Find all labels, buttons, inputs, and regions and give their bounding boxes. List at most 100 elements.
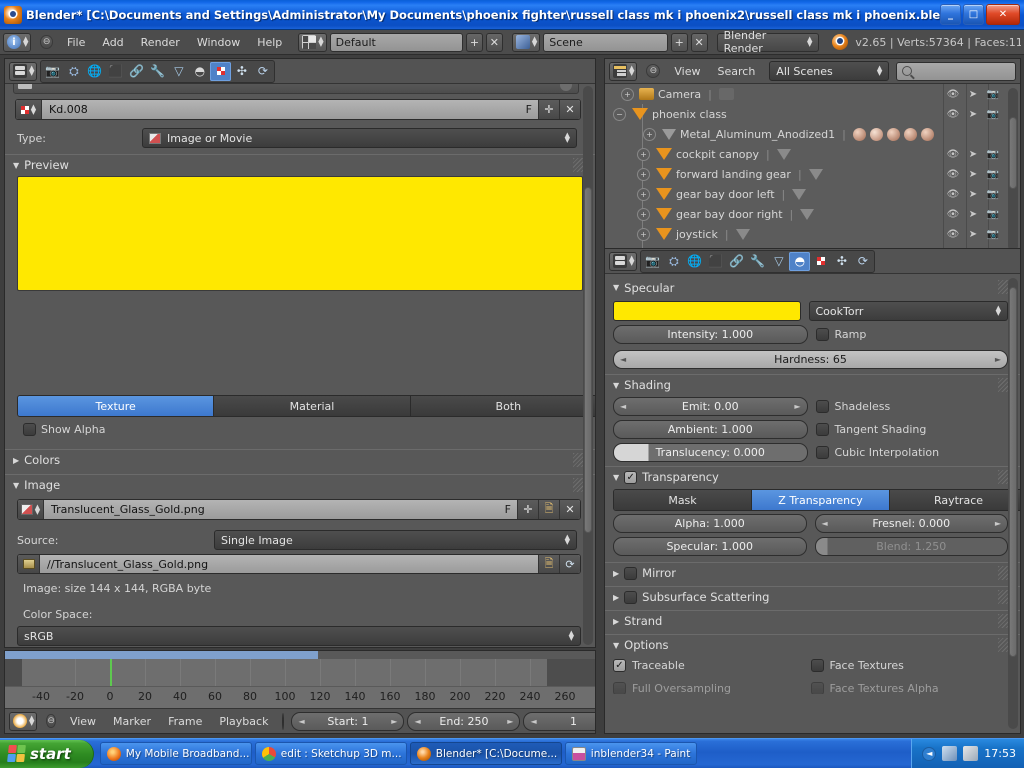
chevron-left-icon-emit[interactable]: ◄ [620, 402, 626, 411]
tab-modifiers-right[interactable]: 🔧 [747, 252, 768, 271]
outliner-row-gear-bay-door-right[interactable]: + gear bay door right | 👁 ➤ 📷 [605, 204, 1020, 224]
start-button[interactable]: start [0, 740, 94, 768]
transparency-mode-mask[interactable]: Mask [614, 490, 752, 510]
transparency-panel-header[interactable]: ▼ ✓ Transparency [605, 466, 1020, 487]
tab-object-right[interactable]: ⬛ [705, 252, 726, 271]
texture-id-block[interactable]: ▲▼ Kd.008 F ✛ ✕ [15, 99, 581, 120]
preview-mode-both[interactable]: Both [411, 396, 595, 416]
tab-material-right[interactable]: ◓ [789, 252, 810, 271]
restrict-view-icon-cockpit[interactable]: 👁 [943, 144, 963, 164]
outliner-row-phoenix-class[interactable]: − phoenix class 👁 ➤ 📷 [605, 104, 1020, 124]
specular-color-swatch[interactable] [613, 301, 801, 321]
emit-field[interactable]: ◄ Emit: 0.00 ► [613, 397, 808, 416]
chevron-right-icon-hardness[interactable]: ► [995, 355, 1001, 364]
outliner-menu-search[interactable]: Search [711, 63, 763, 80]
outliner-scrollbar[interactable] [1008, 88, 1018, 251]
translucency-field[interactable]: Translucency: 0.000 [613, 443, 808, 462]
expand-icon-gear-bay-door-left[interactable]: + [637, 188, 650, 201]
colors-panel-header[interactable]: ▶ Colors [5, 449, 595, 470]
tab-texture[interactable] [210, 62, 231, 81]
material-panel-scrollbar[interactable] [1008, 278, 1018, 729]
menu-help[interactable]: Help [250, 34, 289, 51]
reload-image-button[interactable]: ⟳ [559, 555, 580, 573]
mirror-checkbox[interactable] [624, 567, 637, 580]
tab-world-right[interactable]: 🌐 [684, 252, 705, 271]
image-source-dropdown[interactable]: Single Image ▲▼ [214, 530, 577, 550]
screen-layout-field[interactable]: Default [330, 33, 463, 52]
full-oversampling-checkbox[interactable] [613, 682, 626, 694]
restrict-view-icon-landing-gear[interactable]: 👁 [943, 164, 963, 184]
timeline-scroll-strip[interactable] [5, 651, 595, 659]
tab-particles-right[interactable]: ✣ [831, 252, 852, 271]
tab-render[interactable]: 📷 [42, 62, 63, 81]
chevron-left-icon-fresnel[interactable]: ◄ [822, 519, 828, 528]
expand-icon-forward-landing-gear[interactable]: + [637, 168, 650, 181]
outliner-row-joystick[interactable]: + joystick | 👁 ➤ 📷 [605, 224, 1020, 244]
tab-scene-right[interactable]: ⛭ [663, 252, 684, 271]
delete-screen-button[interactable]: ✕ [486, 33, 503, 52]
outliner-scroll-thumb[interactable] [1009, 117, 1017, 189]
close-button[interactable]: ✕ [986, 4, 1020, 25]
restrict-select-icon-camera[interactable]: ➤ [963, 84, 983, 104]
tab-object-data-right[interactable]: ▽ [768, 252, 789, 271]
preview-mode-texture[interactable]: Texture [18, 396, 214, 416]
restrict-select-icon-landing-gear[interactable]: ➤ [963, 164, 983, 184]
menu-file[interactable]: File [60, 34, 92, 51]
restrict-view-icon-door-right[interactable]: 👁 [943, 204, 963, 224]
current-frame-field[interactable]: ◄ 1 ► [523, 712, 596, 731]
transparency-mode-raytrace[interactable]: Raytrace [890, 490, 1020, 510]
start-frame-field[interactable]: ◄ Start: 1 ► [291, 712, 404, 731]
outliner-row-camera[interactable]: + Camera | 👁 ➤ 📷 [605, 84, 1020, 104]
expand-icon-camera[interactable]: + [621, 88, 634, 101]
chevron-left-icon-end[interactable]: ◄ [414, 717, 420, 726]
maximize-button[interactable]: □ [963, 4, 984, 25]
scene-name-field[interactable]: Scene [543, 33, 668, 52]
editor-type-selector-outliner[interactable]: ▲▼ [609, 62, 637, 81]
menu-add[interactable]: Add [95, 34, 130, 51]
editor-type-selector-timeline[interactable]: ▲▼ [9, 712, 37, 731]
show-alpha-checkbox[interactable] [23, 423, 36, 436]
chevron-right-icon-start[interactable]: ► [391, 717, 397, 726]
volume-icon[interactable] [963, 746, 978, 761]
image-id-block[interactable]: ▲▼ Translucent_Glass_Gold.png F ✛ 🗎 ✕ [17, 499, 581, 520]
outliner-search-input[interactable] [896, 62, 1016, 81]
taskbar-clock[interactable]: 17:53 [984, 747, 1016, 760]
tab-object-data[interactable]: ▽ [168, 62, 189, 81]
chevron-right-icon-end[interactable]: ► [507, 717, 513, 726]
scene-icon-selector[interactable]: ▲▼ [512, 33, 540, 52]
tab-constraints-right[interactable]: 🔗 [726, 252, 747, 271]
restrict-render-icon-phoenix[interactable]: 📷 [983, 104, 1003, 124]
texture-panel-scrollbar[interactable] [583, 86, 593, 645]
restrict-view-icon-joystick[interactable]: 👁 [943, 224, 963, 244]
minimize-button[interactable]: _ [940, 4, 961, 25]
restrict-select-icon-phoenix[interactable]: ➤ [963, 104, 983, 124]
fresnel-field[interactable]: ◄ Fresnel: 0.000 ► [815, 514, 1009, 533]
delete-scene-button[interactable]: ✕ [691, 33, 708, 52]
timeline-track[interactable] [5, 659, 595, 686]
restrict-view-icon-door-left[interactable]: 👁 [943, 184, 963, 204]
menu-window[interactable]: Window [190, 34, 247, 51]
material-panel-scroll-thumb[interactable] [1009, 287, 1017, 657]
add-scene-button[interactable]: + [671, 33, 688, 52]
ambient-field[interactable]: Ambient: 1.000 [613, 420, 808, 439]
restrict-render-icon-landing-gear[interactable]: 📷 [983, 164, 1003, 184]
unlink-image-button[interactable]: ✕ [559, 500, 580, 519]
image-name-field[interactable]: Translucent_Glass_Gold.png [44, 503, 499, 516]
outliner-menu-collapse-icon[interactable]: ⊖ [646, 64, 660, 78]
timeline-playhead[interactable] [110, 659, 112, 686]
timeline-menu-view[interactable]: View [63, 713, 103, 730]
restrict-render-icon-camera[interactable]: 📷 [983, 84, 1003, 104]
restrict-view-icon-camera[interactable]: 👁 [943, 84, 963, 104]
new-texture-button[interactable]: ✛ [538, 100, 559, 119]
timeline-menu-marker[interactable]: Marker [106, 713, 158, 730]
transparency-mode-z[interactable]: Z Transparency [752, 490, 890, 510]
shading-panel-header[interactable]: ▼ Shading [605, 374, 1020, 395]
tab-texture-right[interactable] [810, 252, 831, 271]
restrict-render-icon-door-left[interactable]: 📷 [983, 184, 1003, 204]
image-filepath-field[interactable]: //Translucent_Glass_Gold.png [40, 558, 538, 571]
outliner-row-gear-bay-door-left[interactable]: + gear bay door left | 👁 ➤ 📷 [605, 184, 1020, 204]
preview-mode-material[interactable]: Material [214, 396, 410, 416]
outliner-menu-view[interactable]: View [667, 63, 707, 80]
expand-icon-joystick[interactable]: + [637, 228, 650, 241]
outliner-row-forward-landing-gear[interactable]: + forward landing gear | 👁 ➤ 📷 [605, 164, 1020, 184]
